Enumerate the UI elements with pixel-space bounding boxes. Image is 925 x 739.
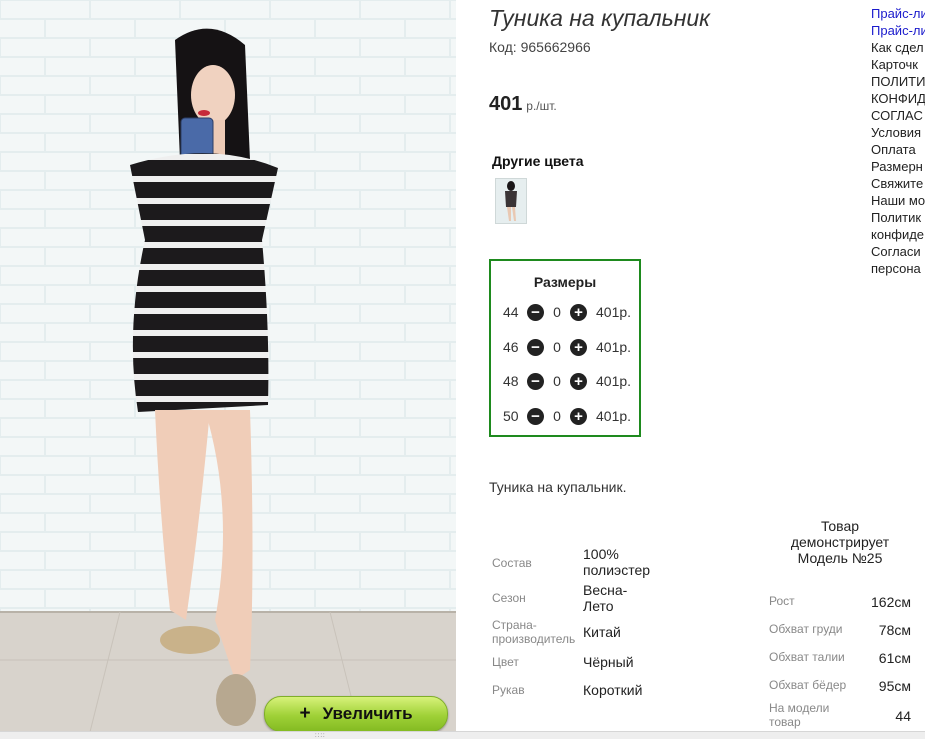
price-value: 401 bbox=[489, 93, 523, 115]
side-link-price-list[interactable]: Прайс-ли bbox=[871, 5, 925, 22]
spec-label-country: Страна-производитель bbox=[492, 618, 576, 646]
zoom-label: Увеличить bbox=[322, 704, 413, 723]
sizes-panel: Размеры 44 − 0 + 401р. 46 − 0 + 401р. 48… bbox=[489, 259, 641, 437]
size-label: 44 bbox=[503, 304, 519, 320]
side-link-price-list[interactable]: Прайс-ли bbox=[871, 22, 925, 39]
plus-icon[interactable]: + bbox=[570, 372, 587, 390]
color-variant-thumbnail[interactable] bbox=[495, 178, 527, 224]
spec-label-season: Сезон bbox=[492, 591, 526, 605]
side-link[interactable]: Размерн bbox=[871, 158, 923, 175]
minus-icon[interactable]: − bbox=[527, 407, 544, 425]
spec-value-country: Китай bbox=[583, 624, 621, 640]
side-links: Прайс-ли Прайс-ли Как сдел Карточк ПОЛИТ… bbox=[871, 0, 925, 290]
size-label: 50 bbox=[503, 408, 519, 424]
product-price: 401 р./шт. bbox=[489, 93, 557, 116]
quantity-value[interactable]: 0 bbox=[544, 339, 570, 355]
thumbnail-image bbox=[496, 179, 526, 223]
size-price: 401р. bbox=[596, 304, 632, 320]
model-param-label: Обхват груди bbox=[769, 622, 843, 636]
model-param-label: Рост bbox=[769, 594, 795, 608]
product-title: Туника на купальник bbox=[489, 5, 711, 31]
size-row: 48 − 0 + 401р. bbox=[503, 371, 631, 391]
side-link[interactable]: Оплата bbox=[871, 141, 916, 158]
side-link[interactable]: персона bbox=[871, 260, 921, 277]
side-link[interactable]: Согласи bbox=[871, 243, 921, 260]
quantity-value[interactable]: 0 bbox=[544, 304, 570, 320]
model-param-value: 78см bbox=[878, 622, 911, 638]
size-row: 50 − 0 + 401р. bbox=[503, 406, 631, 426]
quantity-value[interactable]: 0 bbox=[544, 408, 570, 424]
model-param-label: Обхват талии bbox=[769, 650, 845, 664]
product-description: Туника на купальник. bbox=[489, 479, 627, 495]
quantity-value[interactable]: 0 bbox=[544, 373, 570, 389]
product-code: Код: 965662966 bbox=[489, 39, 591, 55]
minus-icon[interactable]: − bbox=[527, 338, 544, 356]
spec-label-composition: Состав bbox=[492, 556, 532, 570]
spec-value-sleeve: Короткий bbox=[583, 682, 643, 698]
zoom-button[interactable]: + Увеличить bbox=[264, 696, 448, 732]
side-link[interactable]: Как сдел bbox=[871, 39, 924, 56]
side-link[interactable]: ПОЛИТИ bbox=[871, 73, 925, 90]
size-row: 46 − 0 + 401р. bbox=[503, 337, 631, 357]
side-link[interactable]: Свяжите bbox=[871, 175, 923, 192]
model-param-value: 61см bbox=[878, 650, 911, 666]
spec-value-color: Чёрный bbox=[583, 654, 634, 670]
plus-icon: + bbox=[299, 703, 311, 724]
size-row: 44 − 0 + 401р. bbox=[503, 302, 631, 322]
side-link[interactable]: Условия bbox=[871, 124, 921, 141]
spec-value-season: Весна-Лето bbox=[583, 582, 628, 614]
model-param-label: На модели товар bbox=[769, 701, 830, 729]
size-label: 46 bbox=[503, 339, 519, 355]
size-label: 48 bbox=[503, 373, 519, 389]
spec-label-color: Цвет bbox=[492, 655, 519, 669]
model-param-value: 95см bbox=[878, 678, 911, 694]
other-colors-title: Другие цвета bbox=[492, 153, 584, 169]
model-param-value: 44 bbox=[895, 708, 911, 724]
product-image bbox=[0, 0, 456, 732]
size-price: 401р. bbox=[596, 408, 632, 424]
plus-icon[interactable]: + bbox=[570, 303, 587, 321]
side-link[interactable]: конфиде bbox=[871, 226, 924, 243]
side-link[interactable]: Карточк bbox=[871, 56, 918, 73]
minus-icon[interactable]: − bbox=[527, 372, 544, 390]
sizes-title: Размеры bbox=[533, 274, 597, 290]
spec-value-composition: 100% полиэстер bbox=[583, 546, 651, 578]
size-price: 401р. bbox=[596, 339, 632, 355]
side-link[interactable]: КОНФИД bbox=[871, 90, 925, 107]
side-link[interactable]: СОГЛАС bbox=[871, 107, 923, 124]
model-param-label: Обхват бёдер bbox=[769, 678, 847, 692]
model-heading: Товар демонстрирует Модель №25 bbox=[790, 518, 890, 566]
model-param-value: 162см bbox=[871, 594, 911, 610]
price-unit: р./шт. bbox=[526, 99, 557, 113]
plus-icon[interactable]: + bbox=[570, 338, 587, 356]
size-price: 401р. bbox=[596, 373, 632, 389]
side-link[interactable]: Наши мо bbox=[871, 192, 925, 209]
side-link[interactable]: Политик bbox=[871, 209, 921, 226]
plus-icon[interactable]: + bbox=[570, 407, 587, 425]
minus-icon[interactable]: − bbox=[527, 303, 544, 321]
resize-grip-icon[interactable]: :::: bbox=[315, 733, 326, 739]
product-photo[interactable]: + Увеличить bbox=[0, 0, 456, 732]
spec-label-sleeve: Рукав bbox=[492, 683, 525, 697]
